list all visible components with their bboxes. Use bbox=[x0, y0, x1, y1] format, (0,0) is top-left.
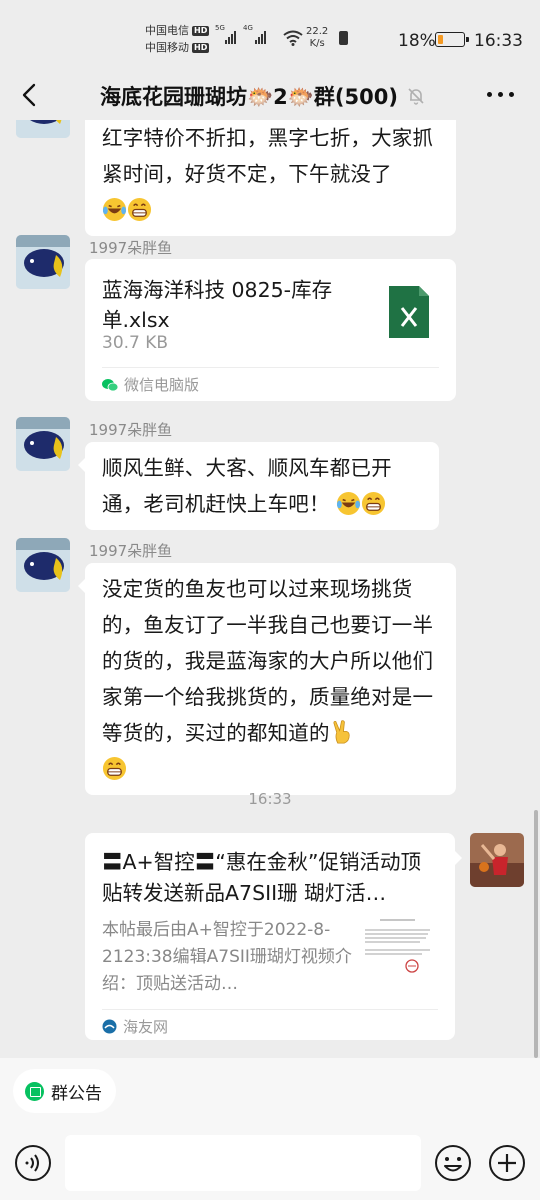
battery-icon bbox=[435, 32, 469, 47]
status-bar: 中国电信 HD 中国移动 HD 5G 4G 22.2 K/s 18% 16:33 bbox=[0, 0, 540, 70]
file-size: 30.7 KB bbox=[102, 333, 169, 353]
chevron-left-icon[interactable] bbox=[18, 82, 44, 108]
sender-avatar[interactable] bbox=[16, 120, 70, 138]
more-dots-icon[interactable] bbox=[487, 92, 514, 97]
message-bubble[interactable]: 红字特价不折扣，黑字七折，大家抓紧时间，好货不定，下午就没了 bbox=[85, 120, 456, 236]
sim-icon bbox=[339, 31, 348, 45]
network-speed: 22.2 K/s bbox=[306, 26, 329, 49]
emoji-face-icon[interactable] bbox=[434, 1144, 472, 1182]
carrier-2: 中国移动 bbox=[145, 41, 189, 54]
hd-badge: HD bbox=[192, 25, 210, 36]
message-bubble[interactable]: 没定货的鱼友也可以过来现场挑货的，鱼友订了一半我自己也要订一半的货的，我是蓝海家… bbox=[78, 563, 456, 795]
sender-avatar[interactable] bbox=[16, 235, 70, 289]
input-bar bbox=[0, 1130, 540, 1200]
chat-footer: 群公告 bbox=[0, 1058, 540, 1200]
grin-emoji bbox=[127, 197, 152, 222]
message-text: 红字特价不折扣，黑字七折，大家抓紧时间，好货不定，下午就没了 bbox=[102, 126, 434, 186]
message-input[interactable] bbox=[65, 1135, 421, 1191]
status-time: 16:33 bbox=[474, 31, 523, 51]
card-source: 海友网 bbox=[102, 1016, 168, 1037]
group-notice-button[interactable]: 群公告 bbox=[13, 1069, 116, 1113]
carrier-1: 中国电信 bbox=[145, 24, 189, 37]
file-name: 蓝海海洋科技 0825-库存单.xlsx bbox=[102, 278, 333, 332]
card-divider bbox=[102, 367, 439, 368]
battery-percent: 18% bbox=[398, 31, 436, 51]
grin-emoji bbox=[102, 756, 127, 781]
voice-icon[interactable] bbox=[14, 1144, 52, 1182]
sender-name: 1997朵胖鱼 bbox=[89, 239, 173, 257]
chat-timestamp: 16:33 bbox=[248, 790, 292, 808]
hd-badge: HD bbox=[192, 42, 210, 53]
file-message-card[interactable]: 蓝海海洋科技 0825-库存单.xlsx 30.7 KB 微信电脑版 bbox=[85, 259, 456, 401]
link-message-card[interactable]: 〓A+智控〓“惠在金秋”促销活动顶贴转发送新品A7SII珊 瑚灯活… 本帖最后由… bbox=[85, 833, 462, 1040]
bell-off-icon bbox=[408, 88, 424, 105]
message-bubble[interactable]: 顺风生鲜、大客、顺风车都已开通，老司机赶快上车吧！ bbox=[78, 442, 439, 530]
message-text: 没定货的鱼友也可以过来现场挑货的，鱼友订了一半我自己也要订一半的货的，我是蓝海家… bbox=[102, 577, 434, 745]
sender-avatar[interactable] bbox=[16, 538, 70, 592]
notice-icon bbox=[25, 1081, 44, 1101]
link-title: 〓A+智控〓“惠在金秋”促销活动顶贴转发送新品A7SII珊 瑚灯活… bbox=[102, 850, 421, 905]
site-logo-icon bbox=[102, 1019, 117, 1034]
laugh-cry-emoji bbox=[337, 491, 361, 516]
message-list[interactable]: 红字特价不折扣，黑字七折，大家抓紧时间，好货不定，下午就没了 1997朵胖鱼 蓝… bbox=[0, 120, 540, 1058]
card-divider bbox=[102, 1009, 438, 1010]
plus-icon[interactable] bbox=[488, 1144, 526, 1182]
excel-file-icon bbox=[389, 286, 429, 338]
link-thumbnail bbox=[360, 916, 435, 978]
signal-5g-icon: 5G bbox=[215, 24, 241, 44]
scrollbar[interactable] bbox=[534, 810, 538, 1058]
victory-hand-emoji bbox=[333, 720, 350, 744]
grin-emoji bbox=[362, 491, 386, 516]
carrier-info: 中国电信 HD 中国移动 HD bbox=[145, 22, 210, 56]
chat-title[interactable]: 海底花园珊瑚坊🐡2🐡群(500) bbox=[100, 81, 398, 111]
signal-indicators: 5G 4G bbox=[215, 24, 273, 44]
sender-avatar[interactable] bbox=[16, 417, 70, 471]
link-description: 本帖最后由A+智控于2022-8-2123:38编辑A7SII珊瑚灯视频介绍：顶… bbox=[102, 920, 352, 994]
sender-name: 1997朵胖鱼 bbox=[89, 542, 173, 560]
wechat-icon bbox=[102, 378, 118, 391]
group-notice-label: 群公告 bbox=[51, 1083, 102, 1104]
wifi-icon bbox=[283, 30, 303, 46]
my-avatar[interactable] bbox=[470, 833, 524, 887]
chat-header: 海底花园珊瑚坊🐡2🐡群(500) bbox=[0, 70, 540, 120]
chat-title-group: 海底花园珊瑚坊🐡2🐡群(500) bbox=[100, 81, 426, 111]
signal-4g-icon: 4G bbox=[243, 24, 273, 44]
laugh-cry-emoji bbox=[102, 197, 127, 222]
sender-name: 1997朵胖鱼 bbox=[89, 421, 173, 439]
card-source: 微信电脑版 bbox=[102, 374, 199, 395]
